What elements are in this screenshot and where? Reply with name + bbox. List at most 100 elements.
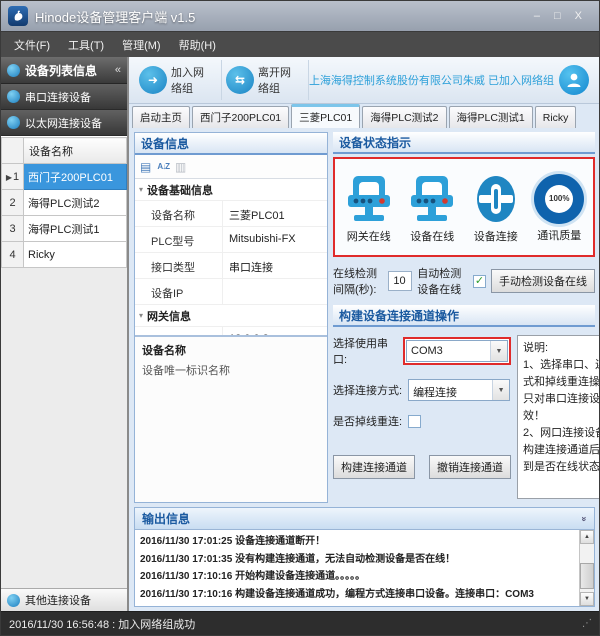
- comm-quality-indicator: 100% 通讯质量: [528, 174, 590, 243]
- menu-manage[interactable]: 管理(M): [113, 32, 170, 58]
- scrollbar-thumb[interactable]: [580, 563, 594, 589]
- instruction-note-box: 说明: 1、选择串口、连接方式和掉线重连操作选项只对串口连接设备有效！ 2、网口…: [517, 335, 600, 499]
- table-row[interactable]: 3 海得PLC测试1: [2, 216, 127, 242]
- property-row[interactable]: 设备名称 三菱PLC01: [135, 201, 327, 227]
- maximize-button[interactable]: □: [554, 11, 561, 22]
- device-name-cell[interactable]: 海得PLC测试2: [24, 190, 127, 216]
- property-value[interactable]: [223, 279, 327, 304]
- collapse-sidebar-icon[interactable]: «: [115, 64, 121, 76]
- property-value[interactable]: Mitsubishi-FX: [223, 227, 327, 252]
- quality-value: 100%: [549, 194, 569, 203]
- help-text: 设备唯一标识名称: [142, 362, 320, 378]
- auto-detect-checkbox[interactable]: ✓: [473, 275, 486, 288]
- tab-siemens-200plc01[interactable]: 西门子200PLC01: [192, 106, 289, 128]
- device-name-column-header[interactable]: 设备名称: [24, 138, 127, 164]
- property-row[interactable]: 网关IP 12.0.0.2: [135, 327, 327, 335]
- menu-tools[interactable]: 工具(T): [59, 32, 113, 58]
- channel-form: 选择使用串口: COM3 ▼ 选择连接方式:: [333, 335, 511, 503]
- collapse-output-icon[interactable]: »: [579, 516, 589, 521]
- resize-grip-icon[interactable]: ⋰: [582, 618, 591, 629]
- current-row-marker-icon: ▶: [6, 173, 12, 182]
- output-scrollbar[interactable]: ▲ ▼: [579, 530, 594, 606]
- tab-haide-plc-test1[interactable]: 海得PLC测试1: [449, 106, 533, 128]
- build-channel-button[interactable]: 构建连接通道: [333, 455, 415, 479]
- chevron-down-icon[interactable]: ▼: [492, 380, 509, 400]
- sidebar-group-other[interactable]: 其他连接设备: [1, 588, 127, 611]
- categorized-view-icon[interactable]: ▤: [140, 161, 151, 173]
- property-row[interactable]: PLC型号 Mitsubishi-FX: [135, 227, 327, 253]
- sidebar-group-ethernet[interactable]: 以太网连接设备: [1, 110, 127, 136]
- chevron-down-icon[interactable]: ▼: [490, 341, 507, 361]
- collapse-group-icon: ▾: [139, 185, 143, 194]
- leave-network-label: 离开网络组: [258, 64, 300, 96]
- sidebar-header[interactable]: 设备列表信息 «: [1, 57, 127, 84]
- sidebar-header-label: 设备列表信息: [25, 62, 97, 79]
- device-name-cell[interactable]: 西门子200PLC01: [24, 164, 127, 190]
- table-row[interactable]: ▶1 西门子200PLC01: [2, 164, 127, 190]
- property-value[interactable]: 12.0.0.2: [223, 327, 327, 335]
- property-group[interactable]: ▾ 设备基础信息: [135, 179, 327, 201]
- device-table-header: 设备名称: [2, 138, 127, 164]
- cancel-channel-button[interactable]: 撤销连接通道: [429, 455, 511, 479]
- title-bar: Hinode设备管理客户端 v1.5 – □ X: [1, 1, 599, 31]
- device-connect-indicator: 设备连接: [465, 173, 527, 244]
- table-row[interactable]: 2 海得PLC测试2: [2, 190, 127, 216]
- output-title: 输出信息: [142, 510, 190, 527]
- menu-help[interactable]: 帮助(H): [170, 32, 225, 58]
- log-line: 2016/11/30 17:10:16 构建设备连接通道成功，编程方式连接串口设…: [140, 586, 574, 604]
- output-panel: 输出信息 » 2016/11/30 17:01:25 设备连接通道断开！ 201…: [134, 507, 595, 607]
- device-info-panel: 设备信息 ▤ A↓Z ▥ ▾ 设备基础信息 设备名称 三菱PLC01: [134, 132, 328, 503]
- device-list-sidebar: 设备列表信息 « 串口连接设备 以太网连接设备 设备名称 ▶1: [1, 57, 129, 611]
- serial-group-icon: [7, 90, 20, 103]
- user-avatar-icon: [559, 65, 589, 95]
- device-name-cell[interactable]: 海得PLC测试1: [24, 216, 127, 242]
- status-bar: 2016/11/30 16:56:48 : 加入网络组成功 ⋰: [1, 611, 599, 635]
- connect-mode-select[interactable]: 编程连接 ▼: [408, 379, 510, 401]
- scroll-down-icon[interactable]: ▼: [580, 592, 594, 606]
- property-pages-icon: ▥: [175, 161, 186, 173]
- user-status-area: 上海海得控制系统股份有限公司朱威 已加入网络组: [309, 65, 593, 95]
- bird-logo-icon: [11, 9, 25, 23]
- device-table-container: 设备名称 ▶1 西门子200PLC01 2 海得PLC测试2 3 海得PLC测试…: [1, 136, 127, 588]
- network-toolbar: ➜ 加入网络组 ⇆ 离开网络组 上海海得控制系统股份有限公司朱威 已加入网络组: [129, 57, 599, 104]
- minimize-button[interactable]: –: [534, 11, 540, 22]
- tab-haide-plc-test2[interactable]: 海得PLC测试2: [362, 106, 446, 128]
- indicator-label: 通讯质量: [537, 227, 581, 243]
- tab-start-home[interactable]: 启动主页: [132, 106, 190, 128]
- plug-connect-icon: [470, 173, 522, 225]
- scroll-up-icon[interactable]: ▲: [580, 530, 594, 544]
- property-row[interactable]: 设备IP: [135, 279, 327, 305]
- close-button[interactable]: X: [575, 11, 582, 22]
- indicator-label: 网关在线: [347, 228, 391, 244]
- menu-file[interactable]: 文件(F): [5, 32, 59, 58]
- serial-port-label: 选择使用串口:: [333, 335, 397, 367]
- window-controls: – □ X: [534, 11, 592, 22]
- device-name-cell[interactable]: Ricky: [24, 242, 127, 268]
- device-list-icon: [7, 64, 20, 77]
- property-value[interactable]: 三菱PLC01: [223, 201, 327, 226]
- property-row[interactable]: 接口类型 串口连接: [135, 253, 327, 279]
- property-grid-toolbar: ▤ A↓Z ▥: [135, 155, 327, 179]
- leave-network-group-button[interactable]: ⇆ 离开网络组: [222, 60, 309, 100]
- join-network-label: 加入网络组: [171, 64, 213, 96]
- tab-ricky[interactable]: Ricky: [535, 106, 577, 128]
- interval-input[interactable]: 10: [388, 271, 412, 291]
- property-value[interactable]: 串口连接: [223, 253, 327, 278]
- log-line: 2016/11/30 17:01:25 设备连接通道断开！: [140, 533, 574, 551]
- reconnect-checkbox[interactable]: [408, 415, 421, 428]
- window-title: Hinode设备管理客户端 v1.5: [35, 7, 195, 26]
- join-network-group-button[interactable]: ➜ 加入网络组: [135, 60, 222, 100]
- status-panel-header: 设备状态指示: [333, 132, 595, 154]
- app-window: Hinode设备管理客户端 v1.5 – □ X 文件(F) 工具(T) 管理(…: [0, 0, 600, 636]
- property-group[interactable]: ▾ 网关信息: [135, 305, 327, 327]
- sort-alphabetical-icon[interactable]: A↓Z: [157, 162, 169, 171]
- tab-mitsubishi-plc01[interactable]: 三菱PLC01: [291, 104, 360, 128]
- manual-detect-button[interactable]: 手动检测设备在线: [491, 269, 595, 293]
- serial-port-select[interactable]: COM3 ▼: [406, 340, 508, 362]
- menu-bar: 文件(F) 工具(T) 管理(M) 帮助(H): [1, 31, 599, 57]
- sidebar-group-serial[interactable]: 串口连接设备: [1, 84, 127, 110]
- help-title: 设备名称: [142, 342, 320, 358]
- table-row[interactable]: 4 Ricky: [2, 242, 127, 268]
- property-grid: ▾ 设备基础信息 设备名称 三菱PLC01 PLC型号 Mitsubishi-F…: [135, 179, 327, 335]
- log-line: 2016/11/30 17:01:35 没有构建连接通道，无法自动检测设备是否在…: [140, 551, 574, 569]
